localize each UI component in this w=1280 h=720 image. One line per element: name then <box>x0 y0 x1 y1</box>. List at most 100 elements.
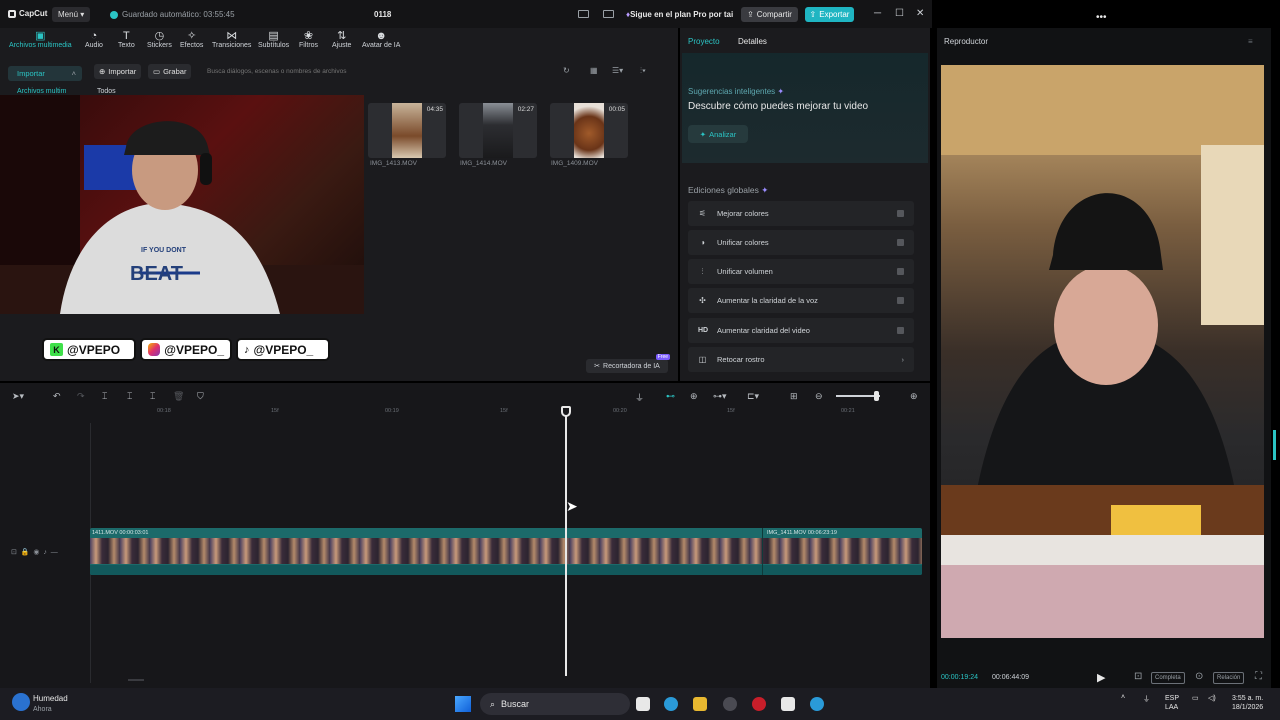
language-indicator[interactable]: ESP LAA <box>1165 694 1179 712</box>
network-icon[interactable]: ▭ <box>1192 694 1199 702</box>
clock-time: 3:55 a. m. <box>1232 695 1264 702</box>
toggle[interactable] <box>897 268 904 275</box>
fit-icon[interactable]: ⊞ <box>790 391 798 402</box>
edit-retouch-face[interactable]: ◫ Retocar rostro › <box>688 347 914 372</box>
track-controls[interactable]: ⊡ 🔒 ◉ ♪ — <box>11 548 58 556</box>
chrome-icon[interactable] <box>723 697 737 711</box>
zoom-in-icon[interactable]: ⊕ <box>910 391 918 402</box>
split-right-icon[interactable]: ⌶ <box>150 391 155 402</box>
playhead[interactable] <box>565 408 567 676</box>
tool-transitions[interactable]: ⋈ Transiciones <box>212 30 251 49</box>
record-button[interactable]: ▭ Grabar <box>148 64 192 79</box>
file-explorer-icon[interactable] <box>693 697 707 711</box>
filter-icon[interactable]: ⫶▾ <box>640 66 646 76</box>
autosave-text: Guardado automático: 03:55:45 <box>122 10 235 19</box>
tab-project[interactable]: Proyecto <box>688 37 720 46</box>
import-button[interactable]: ⊕ Importar <box>94 64 142 79</box>
edit-improve-colors[interactable]: ⚟ Mejorar colores <box>688 201 914 226</box>
fullscreen-frame-icon[interactable]: ⊡ <box>1134 671 1142 682</box>
tab-details[interactable]: Detalles <box>738 37 767 46</box>
layout-icon[interactable] <box>578 10 589 18</box>
grid-view-icon[interactable]: ▦ <box>590 66 598 75</box>
maximize-icon[interactable]: ☐ <box>895 8 904 19</box>
taskbar-search[interactable]: ⌕ Buscar <box>480 693 630 715</box>
telegram-icon[interactable] <box>664 697 678 711</box>
toggle[interactable] <box>897 327 904 334</box>
chevron-up-icon[interactable]: ˄ <box>1121 694 1125 701</box>
tool-label: Efectos <box>180 42 204 49</box>
all-filter[interactable]: Todos <box>97 88 116 95</box>
tool-text[interactable]: T Texto <box>118 30 135 49</box>
opera-icon[interactable] <box>752 697 766 711</box>
weather-title[interactable]: Humedad <box>33 694 68 703</box>
video-preview[interactable] <box>941 65 1264 638</box>
mic-icon[interactable]: ⏚ <box>635 391 644 404</box>
scissors-icon: ✂ <box>594 363 601 370</box>
start-icon[interactable] <box>455 696 471 712</box>
playhead-handle[interactable] <box>561 406 571 417</box>
delete-icon[interactable]: 🗑 <box>173 391 184 402</box>
ratio-button[interactable]: Relación <box>1213 672 1245 684</box>
media-clip[interactable]: 04:35 <box>368 103 446 158</box>
export-button[interactable]: ⇧ Exportar <box>805 7 854 22</box>
tool-ai-avatar[interactable]: ☻ Avatar de IA <box>362 30 400 49</box>
select-tool-icon[interactable]: ➤▾ <box>12 391 24 402</box>
preview-axis-icon[interactable]: ⊶▾ <box>713 391 727 402</box>
edit-voice-clarity[interactable]: ✣ Aumentar la claridad de la voz <box>688 288 914 313</box>
media-clip[interactable]: 02:27 <box>459 103 537 158</box>
redo-icon[interactable]: ↷ <box>77 391 85 402</box>
zoom-slider-handle[interactable] <box>874 391 879 401</box>
media-clip[interactable]: 00:05 <box>550 103 628 158</box>
toggle[interactable] <box>897 239 904 246</box>
crop-icon[interactable]: ⊏▾ <box>747 391 759 402</box>
refresh-icon[interactable]: ↻ <box>563 66 570 75</box>
menu-button[interactable]: Menú ▾ <box>52 7 91 22</box>
local-media-tab[interactable]: Archivos multim <box>17 88 66 95</box>
mic-icon[interactable]: ⏚ <box>1143 694 1150 704</box>
video-track-clip[interactable]: 1411.MOV 00:00:03:01 IMG_1411.MOV 00:06:… <box>90 528 922 575</box>
close-icon[interactable]: ✕ <box>916 8 924 19</box>
split-left-icon[interactable]: ⌶ <box>127 391 132 402</box>
tool-media[interactable]: ▣ Archivos multimedia <box>9 30 72 49</box>
tool-filters[interactable]: ❀ Filtros <box>299 30 318 49</box>
link-icon[interactable]: ⊷ <box>666 391 675 402</box>
search-input[interactable] <box>196 64 576 79</box>
shortcuts-icon[interactable] <box>603 10 614 18</box>
telegram-alt-icon[interactable] <box>810 697 824 711</box>
snap-icon[interactable]: ⊕ <box>690 391 698 402</box>
tool-subtitles[interactable]: ▤ Subtítulos <box>258 30 289 49</box>
edit-video-clarity[interactable]: HD Aumentar claridad del video <box>688 318 914 343</box>
quality-button[interactable]: Completa <box>1151 672 1185 684</box>
weather-icon[interactable] <box>12 693 30 711</box>
share-button[interactable]: ⇪ Compartir <box>741 7 798 22</box>
more-options-icon[interactable]: ••• <box>1096 12 1107 23</box>
import-tab[interactable]: Importar ˄ <box>8 66 82 81</box>
edit-unify-volume[interactable]: ⫶ Unificar volumen <box>688 259 914 284</box>
marker-icon[interactable]: ⛉ <box>197 391 204 402</box>
scrollbar[interactable] <box>128 679 144 681</box>
analyze-button[interactable]: ✦ Analizar <box>688 125 748 143</box>
pro-promo[interactable]: ♦Sigue en el plan Pro por tai <box>626 10 733 19</box>
toggle[interactable] <box>897 297 904 304</box>
fullscreen-icon[interactable]: ⛶ <box>1255 671 1262 682</box>
tool-audio[interactable]: ◔ Audio <box>85 30 103 49</box>
edit-unify-colors[interactable]: ◑ Unificar colores <box>688 230 914 255</box>
toggle[interactable] <box>897 210 904 217</box>
zoom-out-icon[interactable]: ⊖ <box>815 391 823 402</box>
player-menu-icon[interactable]: ≡ <box>1248 37 1253 46</box>
minimize-icon[interactable]: ─ <box>874 8 881 19</box>
tool-stickers[interactable]: ◷ Stickers <box>147 30 172 49</box>
undo-icon[interactable]: ↶ <box>53 391 61 402</box>
project-name[interactable]: 0118 <box>374 10 391 19</box>
play-icon[interactable]: ▶ <box>1097 671 1105 684</box>
clock[interactable]: 3:55 a. m. 18/1/2026 <box>1232 694 1263 712</box>
capcut-icon[interactable] <box>781 697 795 711</box>
task-view-icon[interactable] <box>636 697 650 711</box>
sort-icon[interactable]: ☰▾ <box>612 66 623 75</box>
tool-effects[interactable]: ✧ Efectos <box>180 30 203 49</box>
ai-cutter-button[interactable]: ✂ Recortadora de IA Free <box>586 354 670 373</box>
volume-icon[interactable]: ◁) <box>1208 694 1216 702</box>
tool-adjust[interactable]: ⇅ Ajuste <box>332 30 351 49</box>
snapshot-icon[interactable]: ⊙ <box>1195 671 1203 682</box>
split-icon[interactable]: ⌶ <box>102 391 107 402</box>
